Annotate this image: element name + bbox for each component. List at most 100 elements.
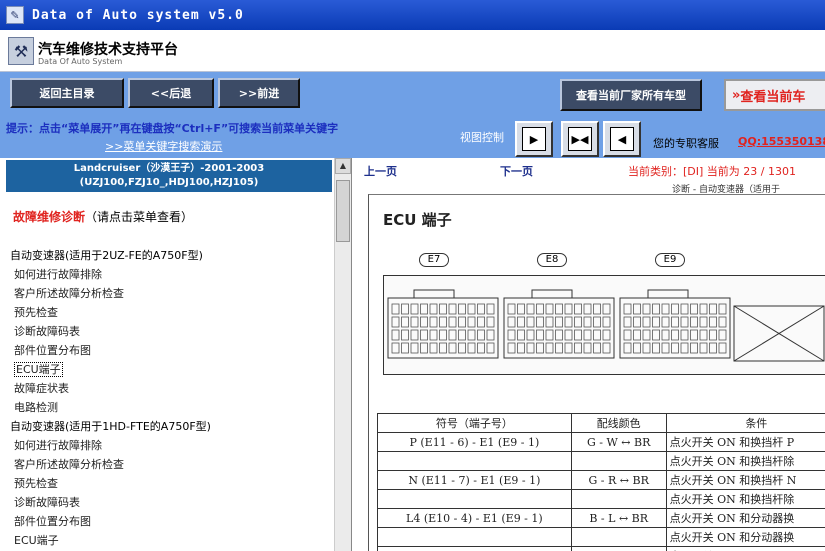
- connector-pin: [555, 303, 563, 315]
- expand-left-button[interactable]: ◀: [603, 121, 641, 157]
- connector-label-e9: E9: [655, 253, 685, 267]
- menu-item[interactable]: 客户所述故障分析检查: [10, 284, 211, 303]
- connector-pin: [633, 316, 641, 328]
- connector-pins-drawing: [387, 289, 825, 362]
- connector-pin: [536, 329, 544, 341]
- cell-wire-color: [570, 451, 667, 471]
- connector-pin: [642, 303, 651, 315]
- connector-pin: [517, 329, 525, 341]
- connector-pin: [623, 303, 632, 315]
- connector-pin: [545, 329, 554, 341]
- scroll-up-icon[interactable]: ▲: [335, 158, 351, 174]
- connector-pin: [633, 303, 641, 315]
- cell-condition: 点火开关 ON 和换挡杆除: [665, 451, 825, 471]
- menu-item[interactable]: 预先检查: [10, 303, 211, 322]
- menu-item-label: 故障症状表: [14, 382, 69, 395]
- forward-button[interactable]: >>前进: [218, 78, 300, 108]
- view-all-models-button[interactable]: 查看当前厂家所有车型: [560, 79, 702, 111]
- menu-item-label: 部件位置分布图: [14, 515, 91, 528]
- diag-title: 故障维修诊断（请点击菜单查看）: [13, 208, 193, 225]
- menu-item[interactable]: 如何进行故障排除: [10, 436, 211, 455]
- menu-item[interactable]: 部件位置分布图: [10, 512, 211, 531]
- connector-pin: [467, 303, 476, 315]
- search-tip: 提示：点击“菜单展开”再在键盘按“Ctrl+F”可搜索当前菜单关键字: [6, 122, 339, 135]
- connector-pin: [602, 329, 611, 341]
- connector-pin: [391, 329, 400, 341]
- connector-pin: [536, 303, 544, 315]
- table-row: N (E11 - 7) - E1 (E9 - 1) G - R ↔ BR 点火开关 …: [377, 470, 825, 490]
- menu-item-label: 电路检测: [14, 401, 58, 414]
- connector-pin: [507, 342, 516, 354]
- cell-symbol: [377, 546, 572, 551]
- connector-pin: [652, 316, 660, 328]
- scroll-thumb[interactable]: [336, 180, 350, 242]
- connector-pin: [410, 303, 419, 315]
- connector-pin: [661, 303, 670, 315]
- next-page-link[interactable]: 下一页: [500, 163, 533, 179]
- menu-item[interactable]: ECU端子: [10, 360, 211, 379]
- connector-pin: [467, 316, 476, 328]
- connector-pin: [477, 303, 485, 315]
- connector-pin: [536, 342, 544, 354]
- connector-pin: [486, 316, 495, 328]
- menu-item[interactable]: 诊断故障码表: [10, 493, 211, 512]
- connector-pin: [526, 303, 535, 315]
- prev-page-link[interactable]: 上一页: [364, 163, 397, 179]
- page-counter: 当前类别：[DI] 当前为 23 / 1301: [628, 165, 796, 178]
- view-current-model-button[interactable]: » 查看当前车: [724, 79, 825, 111]
- menu-item[interactable]: 诊断故障码表: [10, 322, 211, 341]
- search-demo-link[interactable]: >>菜单关键字搜索演示: [105, 138, 222, 154]
- connector-pin: [602, 303, 611, 315]
- connector-pin: [420, 316, 428, 328]
- connector-pin: [439, 342, 447, 354]
- title-bar: ✎ Data of Auto system v5.0: [0, 0, 825, 30]
- connector-pin: [545, 342, 554, 354]
- menu-item[interactable]: 预先检查: [10, 474, 211, 493]
- connector-pin: [709, 329, 717, 341]
- menu-item-label: 客户所述故障分析检查: [14, 287, 124, 300]
- split-view-button[interactable]: ▶◀: [561, 121, 599, 157]
- connector-pin: [593, 342, 601, 354]
- cell-wire-color: G - R ↔ BR: [570, 470, 667, 490]
- col-header-symbol: 符号（端子号）: [377, 413, 572, 433]
- menu-item[interactable]: 部件位置分布图: [10, 341, 211, 360]
- home-button[interactable]: 返回主目录: [10, 78, 124, 108]
- connector-pin: [429, 329, 438, 341]
- menu-item-label: 自动变速器(适用于1HD-FTE的A750F型): [10, 420, 211, 433]
- connector-pin: [652, 342, 660, 354]
- connector-pin: [593, 303, 601, 315]
- menu-section[interactable]: 自动变速器(适用于1HD-FTE的A750F型): [10, 417, 211, 436]
- connector-pin: [652, 329, 660, 341]
- menu-scrollbar[interactable]: ▲: [334, 158, 351, 551]
- connector-pin: [526, 342, 535, 354]
- connector-pin: [661, 329, 670, 341]
- connector-pin: [448, 329, 457, 341]
- back-button[interactable]: <<后退: [128, 78, 214, 108]
- connector-pin: [671, 316, 679, 328]
- connector-pin: [439, 316, 447, 328]
- cell-condition: 点火开关 ON 和分动器换: [665, 527, 825, 547]
- model-codes: (UZJ100,FZJ10_,HDJ100,HZJ105): [79, 177, 259, 188]
- connector-pin: [420, 303, 428, 315]
- document-pane: 上一页 下一页 当前类别：[DI] 当前为 23 / 1301 诊断 - 自动变…: [360, 158, 825, 551]
- diag-title-hint: （请点击菜单查看）: [85, 210, 194, 224]
- menu-item[interactable]: 故障症状表: [10, 379, 211, 398]
- menu-item[interactable]: 电路检测: [10, 398, 211, 417]
- menu-item[interactable]: 客户所述故障分析检查: [10, 455, 211, 474]
- view-control-label: 视图控制: [460, 131, 504, 144]
- menu-section[interactable]: 自动变速器(适用于2UZ-FE的A750F型): [10, 246, 211, 265]
- connector-pin: [699, 303, 708, 315]
- split-arrows-icon: ▶◀: [568, 127, 592, 151]
- connector-pin: [439, 329, 447, 341]
- menu-item-label: 诊断故障码表: [14, 325, 80, 338]
- connector-pin: [680, 316, 689, 328]
- connector-pin: [718, 342, 727, 354]
- cell-condition: 点火开关 ON 和分动器换: [665, 508, 825, 528]
- expand-right-button[interactable]: ▶: [515, 121, 553, 157]
- menu-item[interactable]: ECU端子: [10, 531, 211, 550]
- connector-pin: [699, 329, 708, 341]
- connector-pin: [661, 316, 670, 328]
- menu-item[interactable]: 如何进行故障排除: [10, 265, 211, 284]
- connector-pin: [680, 342, 689, 354]
- qq-link[interactable]: QQ:155350138: [738, 135, 825, 148]
